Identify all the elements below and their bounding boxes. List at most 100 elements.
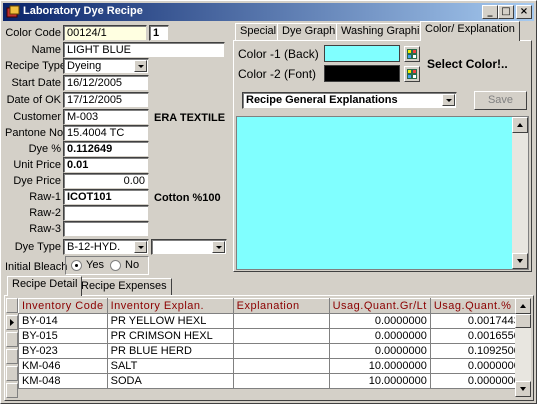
cell-explanation[interactable]	[232, 373, 330, 389]
col-explanation[interactable]: Explanation	[232, 298, 330, 314]
color2-palette-button[interactable]	[404, 66, 420, 82]
row-indicator[interactable]	[6, 383, 18, 398]
maximize-button[interactable]: □	[498, 5, 514, 19]
table-row[interactable]: BY-014 PR YELLOW HEXL 0.0000000 0.0017443	[18, 313, 524, 329]
raw3-label: Raw-3	[29, 223, 61, 235]
table-row[interactable]: KM-046 SALT 10.0000000 0.0000000	[18, 358, 524, 374]
cell-inventory-code[interactable]: BY-023	[18, 343, 108, 359]
chevron-down-icon[interactable]	[134, 241, 147, 253]
grid-header-indicator	[6, 298, 18, 313]
unit-price-label: Unit Price	[13, 159, 61, 171]
date-ok-field[interactable]: 17/12/2005	[63, 92, 149, 108]
raw3-field[interactable]	[63, 221, 149, 237]
cell-explanation[interactable]	[232, 313, 330, 329]
color-code-label: Color Code	[5, 27, 61, 39]
dye-type-secondary-select[interactable]	[151, 239, 227, 255]
close-button[interactable]: ×	[516, 5, 532, 19]
col-usag-quant-pct[interactable]: Usag.Quant.%	[429, 298, 524, 314]
raw1-field[interactable]: ICOT101	[63, 189, 149, 205]
unit-price-field[interactable]: 0.01	[63, 157, 149, 173]
palette-icon	[407, 69, 417, 79]
chevron-down-icon[interactable]	[134, 60, 147, 72]
row-indicator[interactable]	[6, 315, 18, 330]
scroll-up-icon[interactable]	[515, 298, 531, 314]
explanation-select[interactable]: Recipe General Explanations	[242, 92, 457, 109]
bleach-no-radio[interactable]	[110, 260, 121, 271]
cell-usag-quant-gr[interactable]: 0.0000000	[328, 328, 431, 344]
cell-usag-quant-pct[interactable]: 0.0000000	[429, 373, 524, 389]
scroll-thumb[interactable]	[515, 314, 531, 328]
raw2-field[interactable]	[63, 205, 149, 221]
cell-inventory-code[interactable]: BY-015	[18, 328, 108, 344]
row-indicator[interactable]	[6, 366, 18, 381]
title-bar[interactable]: Laboratory Dye Recipe _ □ ×	[3, 3, 534, 21]
row-indicator[interactable]	[6, 349, 18, 364]
raw2-label: Raw-2	[29, 207, 61, 219]
dye-pct-field[interactable]: 0.112649	[63, 141, 149, 157]
cell-inventory-code[interactable]: BY-014	[18, 313, 108, 329]
scroll-down-icon[interactable]	[512, 253, 528, 269]
row-indicator[interactable]	[6, 332, 18, 347]
table-row[interactable]: BY-015 PR CRIMSON HEXL 0.0000000 0.0016550	[18, 328, 524, 344]
initial-bleach-group: Yes No	[65, 256, 149, 275]
color-code-field[interactable]: 00124/1	[63, 25, 147, 41]
bleach-yes-radio[interactable]	[71, 260, 82, 271]
color-code-suffix-field[interactable]: 1	[149, 25, 169, 41]
cell-inventory-explan[interactable]: PR BLUE HERD	[106, 343, 234, 359]
color-explanation-panel: Color -1 (Back) Color -2 (Font) Select C…	[233, 40, 532, 272]
dye-type-select[interactable]: B-12-HYD.	[63, 239, 149, 255]
chevron-down-icon[interactable]	[212, 241, 225, 253]
cell-explanation[interactable]	[232, 343, 330, 359]
name-field[interactable]: LIGHT BLUE	[63, 42, 225, 58]
scroll-up-icon[interactable]	[512, 117, 528, 133]
cell-usag-quant-pct[interactable]: 0.1092500	[429, 343, 524, 359]
cell-usag-quant-pct[interactable]: 0.0000000	[429, 358, 524, 374]
tab-special[interactable]: Special	[235, 23, 282, 40]
col-inventory-explan[interactable]: Inventory Explan.	[106, 298, 234, 314]
col-inventory-code[interactable]: Inventory Code	[18, 298, 108, 314]
cell-explanation[interactable]	[232, 328, 330, 344]
cell-inventory-explan[interactable]: PR YELLOW HEXL	[106, 313, 234, 329]
grid-header-row: Inventory Code Inventory Explan. Explana…	[18, 298, 524, 314]
memo-scrollbar[interactable]	[512, 117, 528, 269]
cell-usag-quant-gr[interactable]: 0.0000000	[328, 313, 431, 329]
customer-field[interactable]: M-003	[63, 109, 149, 125]
tab-washing-graphic[interactable]: Washing Graphic	[336, 23, 430, 40]
cell-inventory-explan[interactable]: SODA	[106, 373, 234, 389]
date-ok-label: Date of OK	[6, 94, 61, 106]
palette-icon	[407, 49, 417, 59]
grid-scrollbar[interactable]	[515, 298, 531, 397]
color1-swatch[interactable]	[324, 45, 400, 62]
cell-inventory-explan[interactable]: SALT	[106, 358, 234, 374]
minimize-button[interactable]: _	[482, 5, 498, 19]
pantone-field[interactable]: 15.4004 TC	[63, 125, 149, 141]
initial-bleach-label: Initial Bleach	[5, 261, 68, 273]
cell-usag-quant-gr[interactable]: 0.0000000	[328, 343, 431, 359]
tab-recipe-detail[interactable]: Recipe Detail	[7, 276, 83, 296]
raw1-description: Cotton %100	[154, 192, 221, 204]
col-usag-quant-gr[interactable]: Usag.Quant.Gr/Lt	[328, 298, 431, 314]
color1-palette-button[interactable]	[404, 46, 420, 62]
table-row[interactable]: BY-023 PR BLUE HERD 0.0000000 0.1092500	[18, 343, 524, 359]
dye-price-field[interactable]: 0.00	[63, 173, 149, 189]
table-row[interactable]: KM-048 SODA 10.0000000 0.0000000	[18, 373, 524, 389]
cell-inventory-explan[interactable]: PR CRIMSON HEXL	[106, 328, 234, 344]
start-date-label: Start Date	[11, 77, 61, 89]
recipe-type-select[interactable]: Dyeing	[63, 58, 149, 74]
chevron-down-icon[interactable]	[442, 94, 455, 106]
save-button[interactable]: Save	[474, 91, 527, 110]
cell-inventory-code[interactable]: KM-046	[18, 358, 108, 374]
cell-explanation[interactable]	[232, 358, 330, 374]
cell-usag-quant-pct[interactable]: 0.0016550	[429, 328, 524, 344]
cell-usag-quant-pct[interactable]: 0.0017443	[429, 313, 524, 329]
color2-swatch[interactable]	[324, 65, 400, 82]
cell-usag-quant-gr[interactable]: 10.0000000	[328, 373, 431, 389]
tab-recipe-expenses[interactable]: Recipe Expenses	[76, 278, 172, 295]
tab-color-explanation[interactable]: Color/ Explanation	[420, 21, 520, 41]
start-date-field[interactable]: 16/12/2005	[63, 75, 149, 91]
cell-usag-quant-gr[interactable]: 10.0000000	[328, 358, 431, 374]
select-color-label: Select Color!..	[427, 57, 508, 71]
explanation-memo[interactable]	[236, 116, 529, 270]
scroll-down-icon[interactable]	[515, 381, 531, 397]
cell-inventory-code[interactable]: KM-048	[18, 373, 108, 389]
